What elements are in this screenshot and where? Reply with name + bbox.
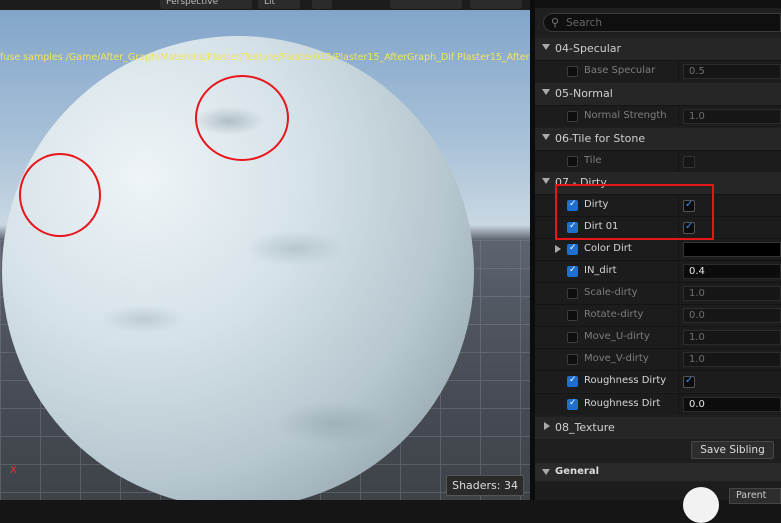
panel-tab-bar	[535, 0, 781, 8]
search-placeholder: Search	[566, 17, 603, 29]
category-label: 06-Tile for Stone	[555, 132, 646, 145]
material-thumbnail	[683, 487, 719, 523]
override-checkbox[interactable]	[567, 243, 578, 255]
override-checkbox[interactable]	[567, 375, 578, 387]
override-checkbox[interactable]	[567, 398, 578, 410]
override-checkbox[interactable]	[567, 354, 578, 365]
param-name: Normal Strength	[584, 110, 667, 121]
value-checkbox[interactable]	[683, 156, 695, 168]
param-name: IN_dirt	[584, 265, 617, 276]
category-general[interactable]: General	[535, 463, 781, 481]
param-name: Move_V-dirty	[584, 353, 649, 364]
material-preview-viewport[interactable]: Perspective Lit fuse samples /Game/After…	[0, 0, 530, 500]
param-row-roughness-dirty: Roughness Dirty	[535, 370, 781, 392]
param-row-in-dirt: IN_dirt 0.4	[535, 260, 781, 282]
shaders-count: Shaders: 34	[446, 475, 524, 496]
param-row-color-dirt: Color Dirt	[535, 238, 781, 260]
category-tile[interactable]: 06-Tile for Stone	[535, 128, 781, 150]
param-row-rotate-dirty: Rotate-dirty 0.0	[535, 304, 781, 326]
param-value[interactable]: 1.0	[683, 330, 781, 345]
param-row-move-v-dirty: Move_V-dirty 1.0	[535, 348, 781, 370]
param-value[interactable]: 1.0	[683, 109, 781, 124]
texture-path-message: fuse samples /Game/After_Graph/Materials…	[0, 52, 530, 63]
view-mode-button[interactable]: Perspective	[160, 0, 252, 9]
override-checkbox[interactable]	[567, 332, 578, 343]
chevron-down-icon	[542, 178, 550, 184]
chevron-down-icon	[542, 134, 550, 140]
value-checkbox[interactable]	[683, 375, 695, 388]
category-specular[interactable]: 04-Specular	[535, 38, 781, 60]
expand-arrow-icon[interactable]	[555, 245, 561, 253]
chevron-down-icon	[542, 44, 550, 50]
param-row-tile: Tile	[535, 150, 781, 172]
toolbar-icon[interactable]	[312, 0, 332, 9]
param-value[interactable]: 1.0	[683, 352, 781, 367]
chevron-down-icon	[542, 469, 550, 475]
param-name: Base Specular	[584, 65, 656, 76]
category-label: 08_Texture	[555, 421, 615, 434]
highlight-circle-top	[195, 75, 289, 161]
override-checkbox[interactable]	[567, 288, 578, 299]
param-name: Move_U-dirty	[584, 331, 650, 342]
override-checkbox[interactable]	[567, 310, 578, 321]
param-name: Color Dirt	[584, 243, 632, 254]
category-label: General	[555, 466, 599, 477]
param-value[interactable]: 0.5	[683, 64, 781, 79]
override-checkbox[interactable]	[567, 156, 578, 167]
category-texture[interactable]: 08_Texture	[535, 417, 781, 439]
param-value[interactable]: 0.0	[683, 397, 781, 412]
param-name: Roughness Dirt	[584, 398, 661, 409]
highlight-box	[555, 184, 714, 240]
lit-mode-button[interactable]: Lit	[258, 0, 300, 9]
search-icon: ⚲	[551, 16, 560, 29]
category-label: 05-Normal	[555, 87, 613, 100]
param-row-normal-strength: Normal Strength 1.0	[535, 105, 781, 127]
override-checkbox[interactable]	[567, 66, 578, 77]
param-value[interactable]: 0.0	[683, 308, 781, 323]
param-value[interactable]: 1.0	[683, 286, 781, 301]
category-label: 04-Specular	[555, 42, 622, 55]
param-name: Roughness Dirty	[584, 375, 667, 386]
param-name: Scale-dirty	[584, 287, 638, 298]
param-row-roughness-dirt: Roughness Dirt 0.0	[535, 393, 781, 415]
parent-button[interactable]: Parent	[729, 488, 781, 504]
viewport-toolbar: Perspective Lit	[0, 0, 530, 10]
param-name: Tile	[584, 155, 602, 166]
override-checkbox[interactable]	[567, 111, 578, 122]
param-row-scale-dirty: Scale-dirty 1.0	[535, 282, 781, 304]
details-panel: ⚲ Search 04-Specular Base Specular 0.5 0…	[535, 0, 781, 500]
search-input[interactable]: ⚲ Search	[543, 13, 781, 32]
axis-x-label: X	[10, 465, 17, 476]
category-normal[interactable]: 05-Normal	[535, 83, 781, 105]
param-row-move-u-dirty: Move_U-dirty 1.0	[535, 326, 781, 348]
param-row-base-specular: Base Specular 0.5	[535, 60, 781, 82]
chevron-right-icon	[544, 422, 550, 430]
param-value[interactable]: 0.4	[683, 264, 781, 279]
override-checkbox[interactable]	[567, 265, 578, 277]
chevron-down-icon	[542, 89, 550, 95]
toolbar-icons-group-2[interactable]	[470, 0, 522, 9]
color-swatch[interactable]	[683, 242, 781, 257]
save-sibling-button[interactable]: Save Sibling	[691, 441, 774, 459]
param-name: Rotate-dirty	[584, 309, 644, 320]
toolbar-icons-group[interactable]	[390, 0, 462, 9]
highlight-circle-left	[19, 153, 101, 237]
